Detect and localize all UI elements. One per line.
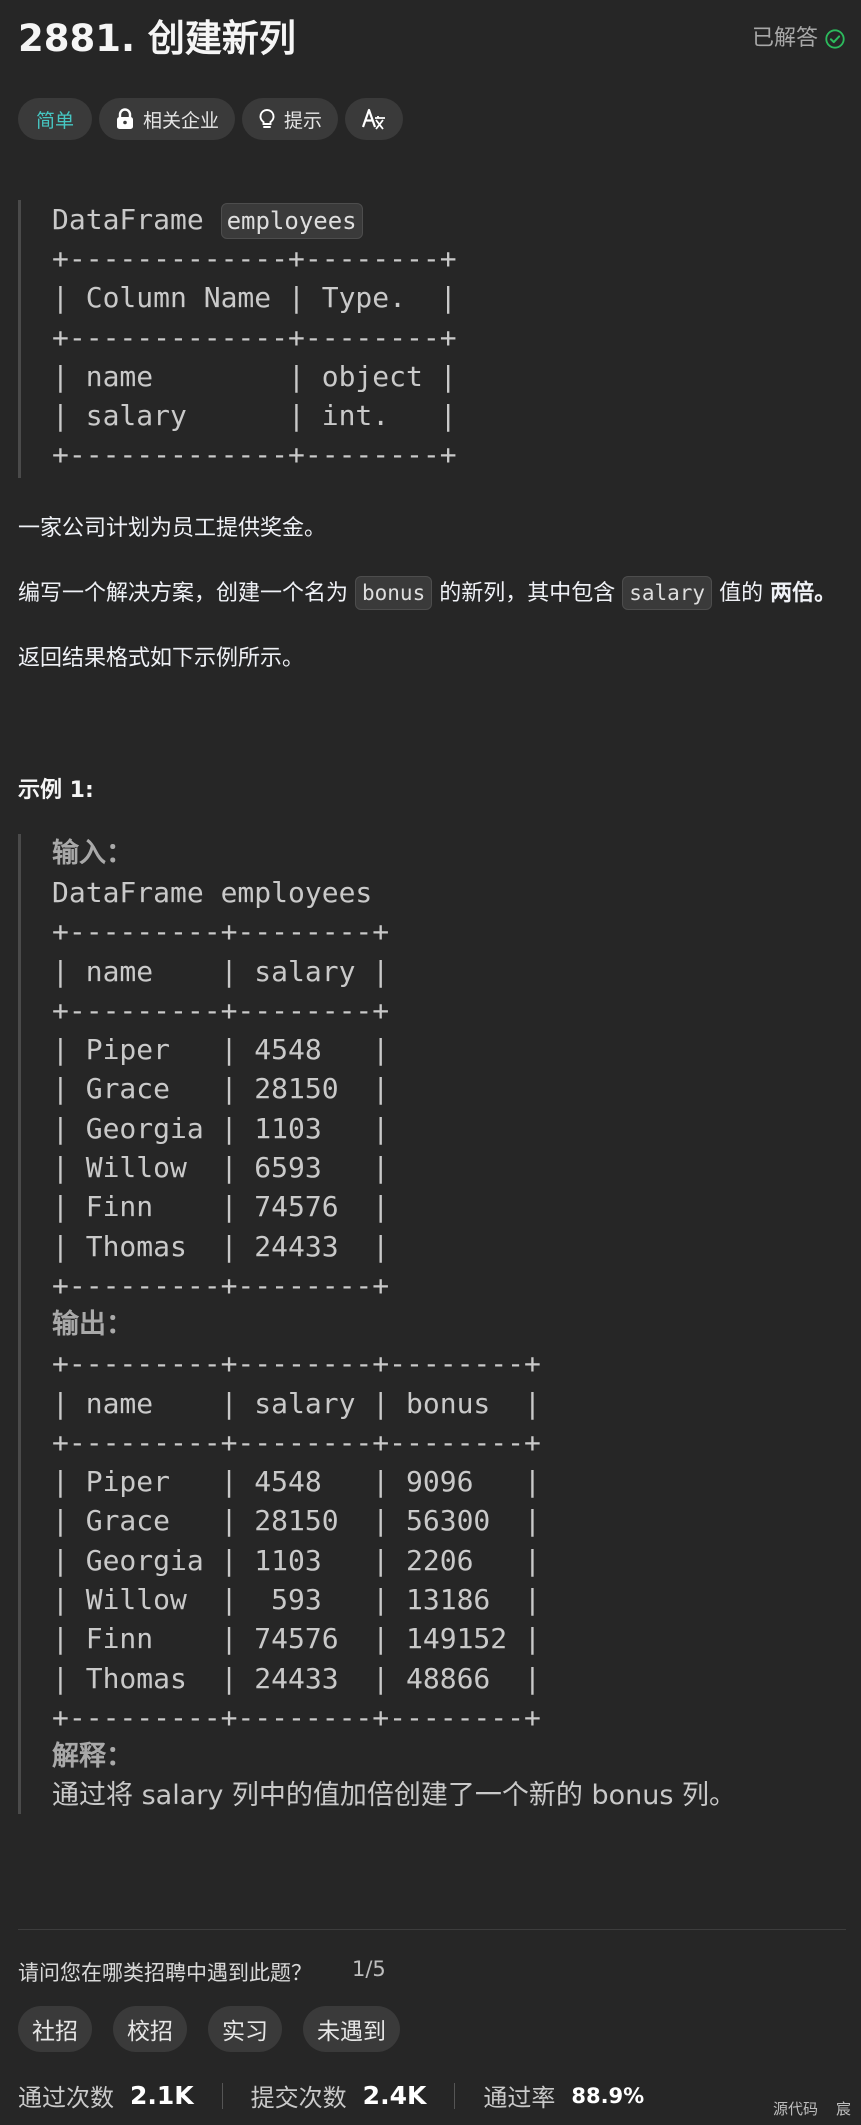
lightbulb-icon	[259, 109, 275, 128]
salary-code: salary	[622, 576, 713, 610]
bonus-code: bonus	[355, 576, 433, 610]
description-p2: 编写一个解决方案，创建一个名为 bonus 的新列，其中包含 salary 值的…	[18, 576, 836, 611]
translate-tag[interactable]	[345, 98, 404, 140]
p2-text-a: 编写一个解决方案，创建一个名为	[18, 581, 355, 606]
survey-option-intern[interactable]: 实习	[208, 2006, 282, 2052]
example-block: 输入： DataFrame employees +---------+-----…	[18, 834, 736, 1814]
accepted-value: 2.1K	[130, 2081, 194, 2110]
rate-value: 88.9%	[571, 2083, 645, 2108]
p2-bold: 两倍。	[770, 581, 837, 606]
input-label: 输入：	[52, 838, 133, 868]
hint-label: 提示	[284, 109, 323, 132]
schema-table: +-------------+--------+ | Column Name |…	[52, 242, 457, 472]
footer-extra: 宸	[835, 2100, 851, 2118]
schema-header: DataFrame employees	[52, 200, 457, 239]
schema-df-label: DataFrame	[52, 203, 204, 236]
lock-icon	[117, 108, 134, 129]
p2-text-c: 值的	[712, 581, 771, 606]
example-heading: 示例 1:	[18, 778, 94, 803]
survey-count: 1/5	[352, 1957, 386, 1981]
companies-label: 相关企业	[143, 109, 220, 132]
translate-icon	[362, 108, 386, 130]
survey-option-social[interactable]: 社招	[18, 2006, 92, 2052]
interview-survey: 请问您在哪类招聘中遇到此题？ 1/5	[18, 1957, 386, 1987]
output-label: 输出：	[52, 1309, 133, 1340]
survey-option-none[interactable]: 未遇到	[303, 2006, 400, 2052]
schema-block: DataFrame employees +-------------+-----…	[18, 200, 457, 478]
problem-page: 2881. 创建新列 已解答 简单 相关企业 提示 DataFrame empl…	[0, 0, 861, 2125]
submissions-label: 提交次数	[250, 2084, 347, 2112]
description-p1: 一家公司计划为员工提供奖金。	[18, 516, 327, 541]
description-p3: 返回结果格式如下示例所示。	[18, 646, 305, 671]
section-divider	[18, 1929, 846, 1930]
source-code-link[interactable]: 源代码	[773, 2098, 818, 2119]
title-row: 2881. 创建新列 已解答	[18, 14, 846, 64]
input-table: DataFrame employees +---------+--------+…	[52, 876, 390, 1302]
explanation-text: 通过将 salary 列中的值加倍创建了一个新的 bonus 列。	[52, 1780, 737, 1812]
explanation-label: 解释：	[52, 1741, 133, 1772]
tag-bar: 简单 相关企业 提示	[18, 98, 404, 140]
p2-text-b: 的新列，其中包含	[432, 581, 623, 606]
accepted-label: 通过次数	[18, 2084, 114, 2112]
hint-tag[interactable]: 提示	[242, 98, 339, 140]
check-circle-icon	[825, 29, 845, 49]
output-table: +---------+--------+--------+ | name | s…	[52, 1347, 541, 1734]
difficulty-label: 简单	[36, 109, 75, 132]
companies-tag[interactable]: 相关企业	[99, 98, 236, 140]
schema-df-name: employees	[220, 203, 363, 239]
stats-bar: 通过次数 2.1K 提交次数 2.4K 通过率 88.9%	[18, 2078, 672, 2113]
submissions-value: 2.4K	[362, 2081, 427, 2110]
rate-label: 通过率	[483, 2084, 556, 2112]
footer: 源代码 宸	[773, 2098, 851, 2119]
solved-label: 已解答	[751, 26, 818, 51]
survey-question: 请问您在哪类招聘中遇到此题？	[18, 1961, 312, 1985]
solved-status[interactable]: 已解答	[752, 24, 846, 54]
stats-separator	[454, 2082, 456, 2109]
stats-separator	[221, 2082, 223, 2109]
survey-options: 社招 校招 实习 未遇到	[18, 2006, 400, 2052]
problem-title: 2881. 创建新列	[18, 17, 296, 60]
difficulty-tag[interactable]: 简单	[18, 98, 93, 140]
survey-option-campus[interactable]: 校招	[113, 2006, 187, 2052]
